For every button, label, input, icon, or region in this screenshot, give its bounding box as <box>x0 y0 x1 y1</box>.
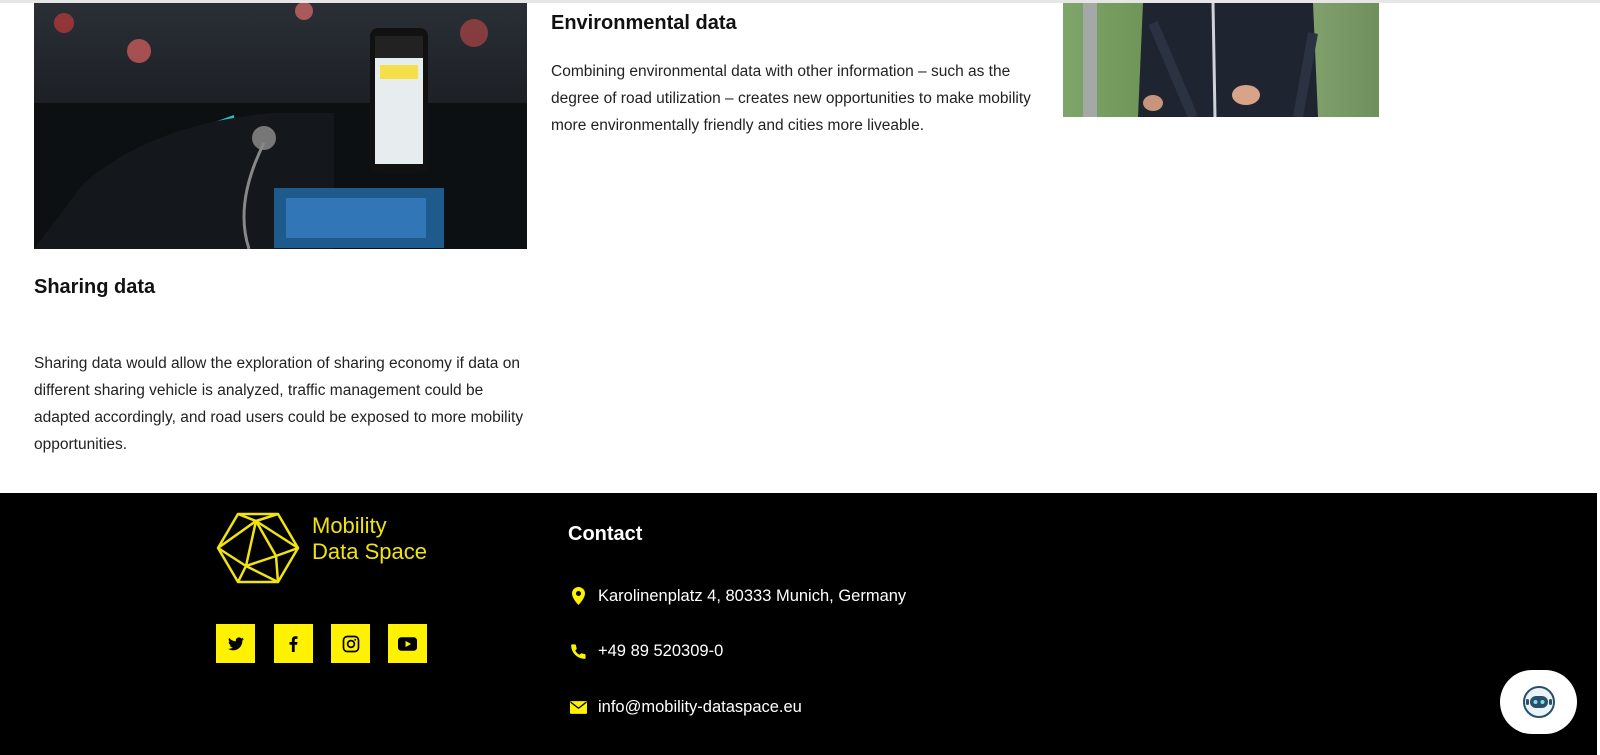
twitter-icon <box>227 636 244 650</box>
facebook-icon <box>289 635 298 652</box>
youtube-button[interactable] <box>388 624 427 663</box>
facebook-button[interactable] <box>274 624 313 663</box>
chatbot-button[interactable] <box>1500 670 1577 734</box>
contact-email[interactable]: info@mobility-dataspace.eu <box>568 697 802 717</box>
mobility-data-space-logo[interactable]: Mobility Data Space <box>216 511 446 587</box>
sharing-data-title: Sharing data <box>34 276 156 298</box>
map-pin-icon <box>568 586 588 606</box>
address-text: Karolinenplatz 4, 80333 Munich, Germany <box>598 586 907 605</box>
runner-image <box>1063 3 1379 117</box>
car-dashboard-image <box>34 3 527 249</box>
logo-polyhedron-icon <box>216 512 300 584</box>
phone-text: +49 89 520309-0 <box>598 641 724 660</box>
twitter-button[interactable] <box>216 624 255 663</box>
instagram-button[interactable] <box>331 624 370 663</box>
email-link: info@mobility-dataspace.eu <box>598 697 802 716</box>
phone-icon <box>568 641 588 661</box>
footer: Mobility Data Space Contact Karolinenpla… <box>0 493 1597 755</box>
chatbot-icon <box>1522 686 1555 718</box>
logo-text-line1: Mobility <box>312 513 387 538</box>
youtube-icon <box>398 636 417 651</box>
contact-address: Karolinenplatz 4, 80333 Munich, Germany <box>568 586 906 606</box>
environmental-data-title: Environmental data <box>551 12 737 34</box>
envelope-icon <box>568 697 588 717</box>
logo-text-line2: Data Space <box>312 539 427 564</box>
contact-title: Contact <box>568 523 643 545</box>
instagram-icon <box>342 635 359 652</box>
environmental-data-text: Combining environmental data with other … <box>551 63 1031 134</box>
contact-phone[interactable]: +49 89 520309-0 <box>568 641 723 661</box>
sharing-data-text: Sharing data would allow the exploration… <box>34 355 524 453</box>
